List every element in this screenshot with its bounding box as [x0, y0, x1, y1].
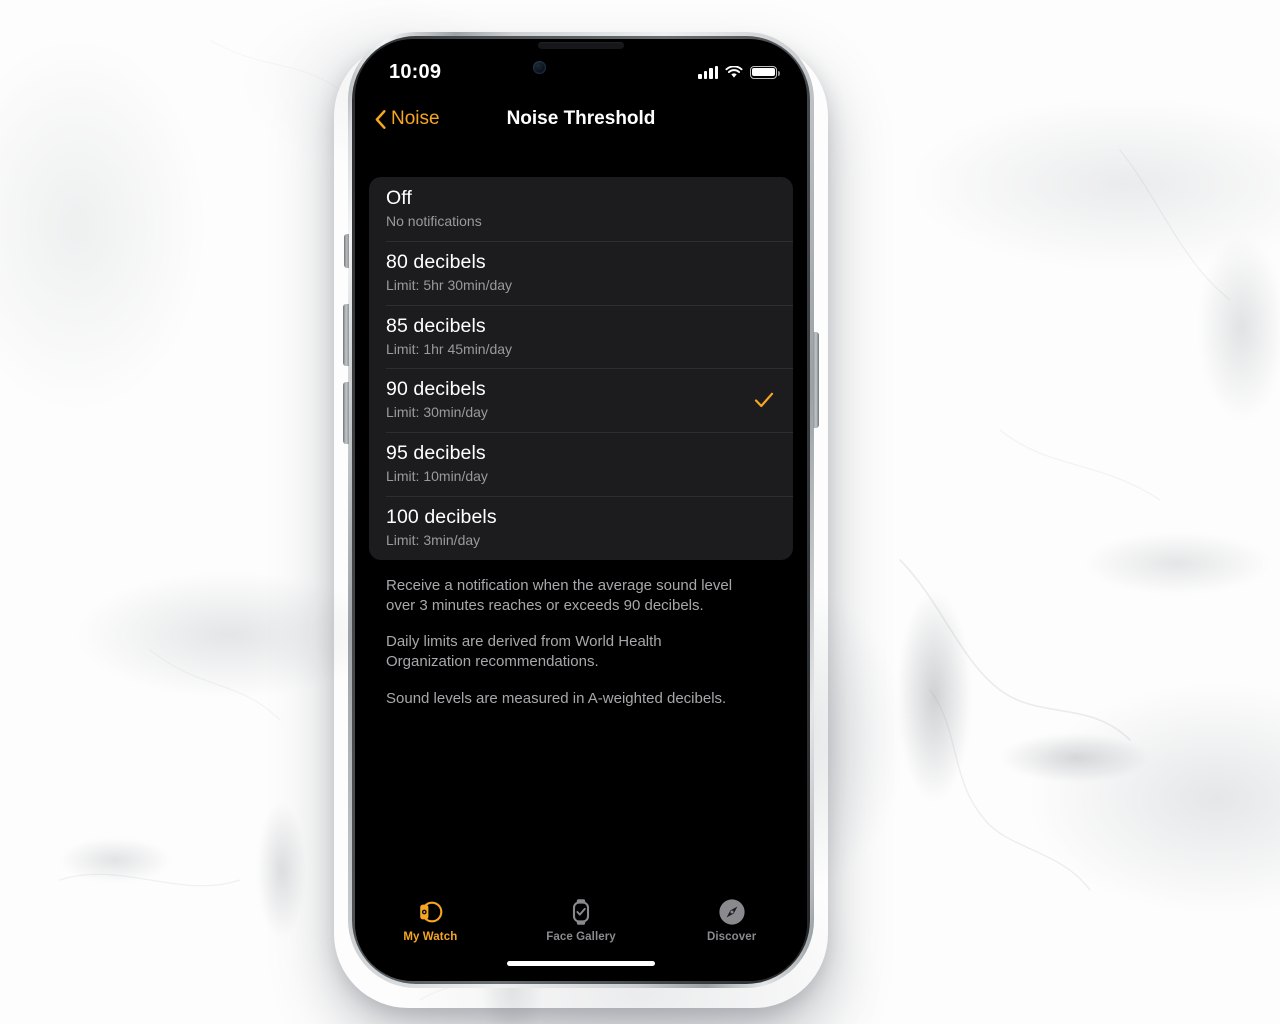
- footer-notes: Receive a notification when the average …: [369, 560, 793, 709]
- volume-up-button[interactable]: [343, 304, 349, 366]
- phone-screen: 10:09 Noise Noise Threshold Off No notif…: [355, 39, 807, 981]
- tab-discover[interactable]: Discover: [656, 897, 807, 943]
- option-title: 100 decibels: [386, 505, 497, 528]
- navigation-bar: Noise Noise Threshold: [355, 91, 807, 147]
- watch-face-icon: [572, 899, 590, 925]
- footnote-notification-description: Receive a notification when the average …: [386, 576, 733, 614]
- option-row-off[interactable]: Off No notifications: [369, 177, 793, 241]
- home-indicator[interactable]: [507, 960, 655, 966]
- status-time: 10:09: [389, 60, 442, 83]
- screenshot-canvas: 10:09 Noise Noise Threshold Off No notif…: [0, 0, 1280, 1024]
- option-texts: 80 decibels Limit: 5hr 30min/day: [386, 251, 753, 294]
- option-title: 85 decibels: [386, 314, 486, 337]
- cellular-bars-icon: [698, 65, 718, 79]
- compass-icon: [719, 899, 745, 925]
- back-button-label: Noise: [391, 108, 440, 129]
- option-texts: 85 decibels Limit: 1hr 45min/day: [386, 315, 753, 358]
- option-subtitle: Limit: 5hr 30min/day: [386, 276, 513, 293]
- device-outer-frame: 10:09 Noise Noise Threshold Off No notif…: [343, 32, 819, 988]
- tab-label: Discover: [706, 931, 757, 943]
- option-title: Off: [386, 187, 412, 209]
- wifi-icon: [725, 65, 743, 78]
- earpiece-speaker: [538, 42, 624, 49]
- tab-bar: My Watch Face Gallery Discover: [355, 885, 807, 981]
- settings-content: Off No notifications 80 decibels Limit: …: [355, 177, 807, 709]
- chevron-left-icon: [375, 109, 386, 129]
- volume-down-button[interactable]: [343, 382, 349, 444]
- option-row-95-decibels[interactable]: 95 decibels Limit: 10min/day: [369, 432, 793, 496]
- option-subtitle: Limit: 3min/day: [386, 531, 481, 548]
- status-indicators: [698, 65, 780, 79]
- option-row-80-decibels[interactable]: 80 decibels Limit: 5hr 30min/day: [369, 240, 793, 305]
- silent-switch[interactable]: [344, 234, 349, 268]
- tab-label: Face Gallery: [546, 931, 616, 943]
- footnote-a-weighted: Sound levels are measured in A-weighted …: [386, 689, 727, 707]
- option-subtitle: Limit: 1hr 45min/day: [386, 340, 513, 357]
- tab-face-gallery[interactable]: Face Gallery: [506, 897, 657, 943]
- option-title: 95 decibels: [386, 442, 486, 465]
- option-row-100-decibels[interactable]: 100 decibels Limit: 3min/day: [369, 495, 793, 560]
- option-texts: 95 decibels Limit: 10min/day: [386, 442, 753, 485]
- option-title: 80 decibels: [386, 250, 486, 273]
- threshold-options-list: Off No notifications 80 decibels Limit: …: [369, 177, 793, 560]
- battery-full-icon: [750, 65, 780, 79]
- option-row-85-decibels[interactable]: 85 decibels Limit: 1hr 45min/day: [369, 304, 793, 369]
- back-button[interactable]: Noise: [375, 108, 440, 130]
- option-subtitle: Limit: 30min/day: [386, 404, 488, 421]
- power-button[interactable]: [813, 332, 819, 428]
- option-subtitle: Limit: 10min/day: [386, 468, 488, 485]
- option-texts: 90 decibels Limit: 30min/day: [386, 378, 753, 421]
- option-row-90-decibels[interactable]: 90 decibels Limit: 30min/day: [369, 368, 793, 432]
- iphone-device: 10:09 Noise Noise Threshold Off No notif…: [343, 32, 819, 988]
- checkmark-icon: [754, 392, 774, 407]
- tab-label: My Watch: [403, 931, 458, 943]
- footnote-who-limits: Daily limits are derived from World Heal…: [386, 633, 662, 671]
- option-texts: 100 decibels Limit: 3min/day: [386, 506, 753, 549]
- front-camera-icon: [533, 61, 546, 74]
- option-subtitle: No notifications: [386, 213, 482, 229]
- tab-my-watch[interactable]: My Watch: [355, 897, 506, 943]
- watch-side-icon: [420, 901, 443, 923]
- option-title: 90 decibels: [386, 378, 486, 401]
- option-texts: Off No notifications: [386, 187, 753, 230]
